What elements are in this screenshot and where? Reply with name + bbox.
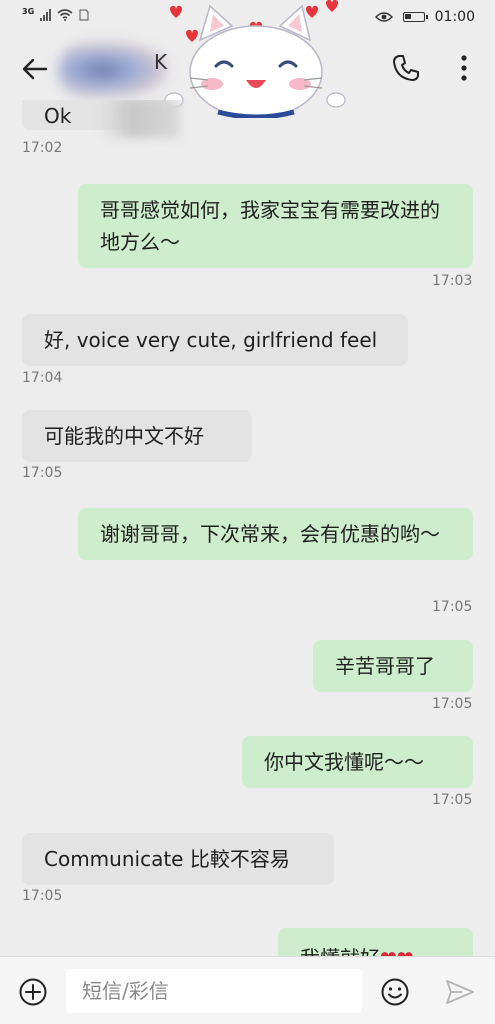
more-vertical-icon[interactable] (452, 52, 476, 84)
message-blur (100, 100, 180, 138)
message-text: 谢谢哥哥，下次常来，会有优惠的哟～ (100, 522, 440, 546)
add-circle-icon[interactable] (18, 977, 48, 1007)
message-bubble-incoming[interactable]: Communicate 比較不容易 (22, 833, 334, 885)
battery-fill (404, 14, 411, 19)
message-text: Communicate 比較不容易 (44, 847, 290, 871)
message-bubble-outgoing[interactable]: 辛苦哥哥了 (313, 640, 473, 692)
chat-header: K (0, 0, 495, 118)
eye-comfort-icon (374, 12, 393, 22)
message-time: 17:05 (22, 888, 63, 904)
message-bubble-outgoing[interactable]: 哥哥感觉如何，我家宝宝有需要改进的地方么～ (78, 184, 473, 268)
message-bubble-incoming[interactable]: 好, voice very cute, girlfriend feel (22, 314, 408, 366)
message-list[interactable]: Ok 17:02 哥哥感觉如何，我家宝宝有需要改进的地方么～ 17:03 好, … (0, 100, 495, 956)
message-time: 17:05 (22, 465, 63, 481)
back-arrow-icon[interactable] (20, 54, 50, 84)
battery-icon (402, 12, 428, 22)
message-input[interactable] (66, 969, 362, 1013)
sim-card-icon (79, 9, 89, 21)
message-time: 17:05 (432, 599, 473, 615)
message-time: 17:05 (432, 792, 473, 808)
message-text: 辛苦哥哥了 (335, 654, 435, 678)
message-text: 哥哥感觉如何，我家宝宝有需要改进的地方么～ (100, 198, 440, 254)
emoji-icon[interactable] (380, 977, 410, 1007)
network-type-label: 3G (22, 6, 35, 16)
send-icon[interactable] (444, 977, 476, 1007)
message-bubble-incoming[interactable]: 可能我的中文不好 (22, 410, 252, 462)
compose-bar (0, 956, 495, 1024)
message-text: 好, voice very cute, girlfriend feel (44, 328, 378, 352)
phone-icon[interactable] (390, 52, 422, 84)
message-time: 17:05 (432, 696, 473, 712)
signal-icon (40, 9, 52, 21)
message-bubble-outgoing[interactable]: 我懂就好❤❤ (278, 928, 473, 956)
message-text: 我懂就好 (300, 946, 380, 956)
message-time: 17:02 (22, 140, 63, 156)
message-text: 你中文我懂呢～～ (264, 750, 424, 774)
message-time: 17:03 (432, 273, 473, 289)
contact-name-blurred (58, 42, 168, 98)
status-left: 3G (22, 6, 89, 21)
wifi-icon (57, 9, 73, 21)
status-time: 01:00 (434, 9, 475, 25)
heart-emoji-icon: ❤❤ (380, 946, 414, 956)
message-bubble-outgoing[interactable]: 你中文我懂呢～～ (242, 736, 473, 788)
message-bubble-outgoing[interactable]: 谢谢哥哥，下次常来，会有优惠的哟～ (78, 508, 473, 560)
message-text: Ok (44, 104, 72, 128)
status-right: 01:00 (374, 9, 475, 25)
message-time: 17:04 (22, 370, 63, 386)
chat-screen: 3G 01:00 K Ok 17:02 哥哥感觉如何，我家宝宝有需要改进的地方么… (0, 0, 495, 1024)
message-text: 可能我的中文不好 (44, 424, 204, 448)
